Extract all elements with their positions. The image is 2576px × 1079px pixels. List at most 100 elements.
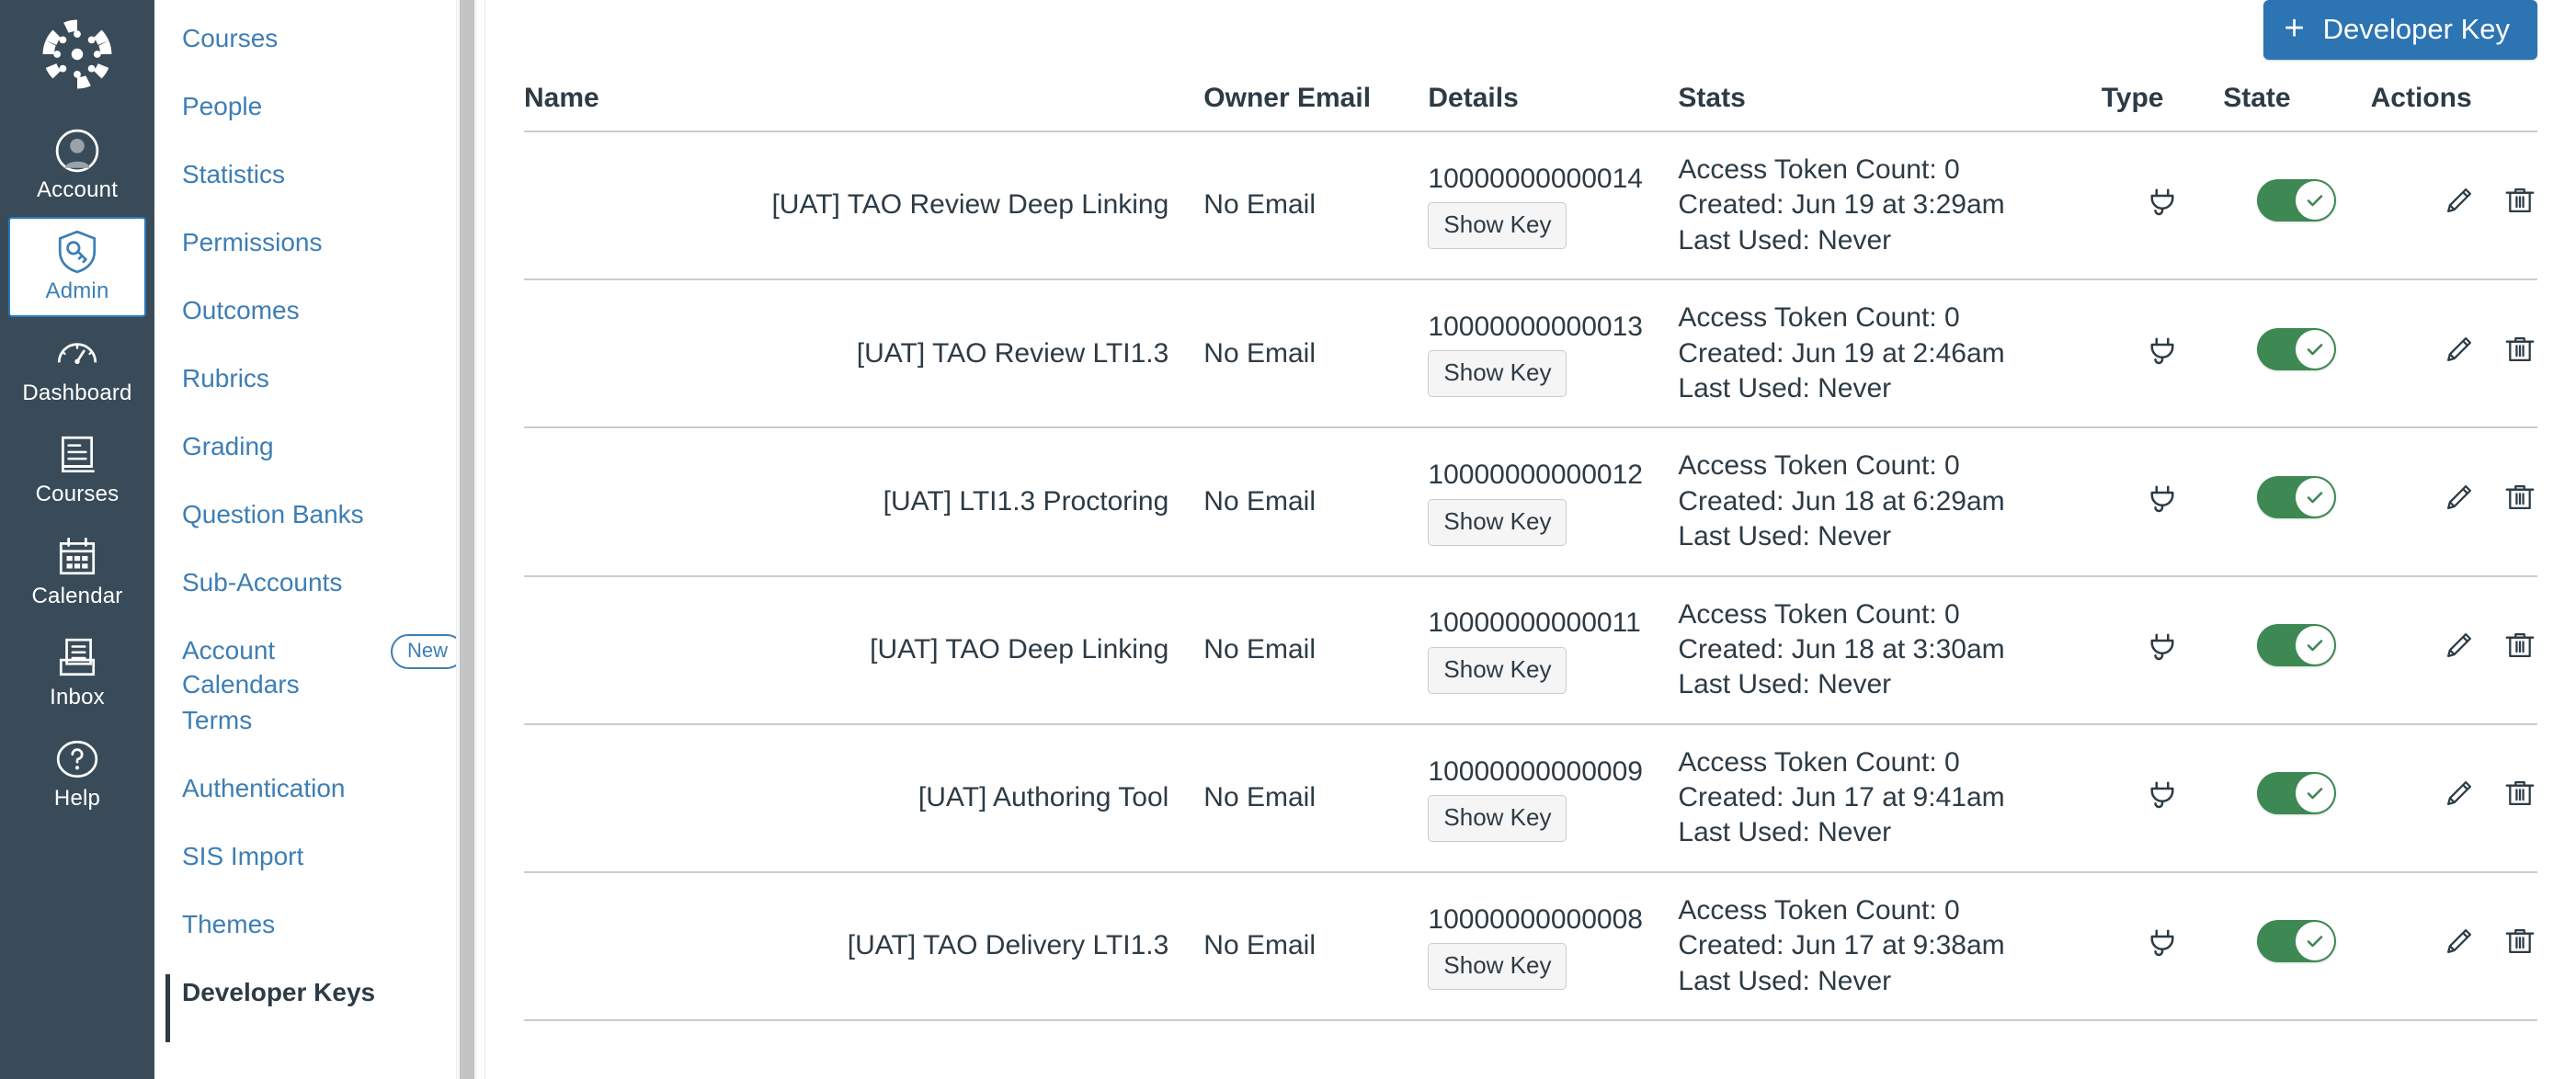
state-toggle[interactable]	[2257, 179, 2336, 221]
cell-key-name: [UAT] TAO Delivery LTI1.3	[524, 872, 1203, 1020]
global-nav-label: Help	[54, 787, 100, 811]
sidebar-item-label: Courses	[182, 20, 278, 56]
key-id: 10000000000012	[1428, 458, 1678, 493]
state-toggle[interactable]	[2257, 328, 2336, 370]
last-used: Last Used: Never	[1678, 815, 2101, 850]
sidebar-item-developer-keys[interactable]: Developer Keys	[154, 974, 485, 1042]
last-used: Last Used: Never	[1678, 964, 2101, 999]
global-nav-item-admin[interactable]: Admin	[8, 217, 146, 316]
cell-details: 10000000000012 Show Key	[1428, 427, 1678, 575]
show-key-button[interactable]: Show Key	[1428, 795, 1567, 842]
access-token-count: Access Token Count: 0	[1678, 301, 2101, 335]
state-toggle[interactable]	[2257, 476, 2336, 518]
key-id: 10000000000013	[1428, 310, 1678, 345]
global-nav-item-account[interactable]: Account	[8, 116, 146, 215]
global-nav-label: Calendar	[32, 585, 123, 608]
last-used: Last Used: Never	[1678, 371, 2101, 406]
delete-key-button[interactable]	[2484, 924, 2537, 959]
delete-key-button[interactable]	[2484, 183, 2537, 218]
edit-key-button[interactable]	[2423, 628, 2477, 663]
table-row: [UAT] TAO Review LTI1.3 No Email 1000000…	[524, 279, 2537, 427]
developer-keys-main: + Developer Key Name Owner Email Details…	[485, 0, 2576, 1079]
global-nav-item-help[interactable]: Help	[8, 724, 146, 823]
sidebar-item-people[interactable]: People	[154, 88, 485, 156]
table-row: [UAT] TAO Delivery LTI1.3 No Email 10000…	[524, 872, 2537, 1020]
state-toggle[interactable]	[2257, 920, 2336, 962]
global-nav-label: Account	[37, 178, 118, 202]
sidebar-item-label: Developer Keys	[182, 974, 375, 1010]
sidebar-scrollbar-track[interactable]	[456, 0, 476, 1079]
sidebar-item-account-calendars[interactable]: Account Calendars New	[154, 632, 485, 702]
sidebar-item-grading[interactable]: Grading	[154, 428, 485, 496]
cell-owner-email: No Email	[1203, 131, 1428, 279]
trash-icon	[2502, 628, 2537, 663]
toggle-knob-check-icon	[2296, 774, 2334, 812]
cell-stats: Access Token Count: 0 Created: Jun 18 at…	[1678, 427, 2101, 575]
global-nav-item-inbox[interactable]: Inbox	[8, 623, 146, 722]
lti-plug-icon	[2144, 182, 2181, 219]
edit-key-button[interactable]	[2423, 924, 2477, 959]
show-key-button[interactable]: Show Key	[1428, 350, 1567, 397]
sidebar-item-permissions[interactable]: Permissions	[154, 224, 485, 292]
key-id: 10000000000009	[1428, 755, 1678, 789]
cell-owner-email: No Email	[1203, 427, 1428, 575]
add-developer-key-label: Developer Key	[2323, 15, 2510, 43]
cell-owner-email: No Email	[1203, 279, 1428, 427]
sidebar-item-terms[interactable]: Terms	[154, 702, 485, 770]
sidebar-item-authentication[interactable]: Authentication	[154, 770, 485, 838]
trash-icon	[2502, 924, 2537, 959]
created-date: Created: Jun 19 at 3:29am	[1678, 187, 2101, 222]
canvas-logo[interactable]	[36, 13, 119, 96]
sidebar-item-question-banks[interactable]: Question Banks	[154, 496, 485, 564]
table-row: [UAT] TAO Review Deep Linking No Email 1…	[524, 131, 2537, 279]
cell-actions	[2371, 724, 2537, 872]
col-header-details: Details	[1428, 74, 1678, 131]
edit-key-button[interactable]	[2423, 480, 2477, 515]
sidebar-scrollbar-thumb[interactable]	[460, 0, 474, 1079]
sidebar-item-courses[interactable]: Courses	[154, 20, 485, 88]
show-key-button[interactable]: Show Key	[1428, 647, 1567, 694]
sidebar-item-label: Themes	[182, 906, 275, 942]
sidebar-item-outcomes[interactable]: Outcomes	[154, 292, 485, 360]
delete-key-button[interactable]	[2484, 628, 2537, 663]
sidebar-item-label: Authentication	[182, 770, 345, 806]
lti-plug-icon	[2144, 331, 2181, 368]
global-nav-item-dashboard[interactable]: Dashboard	[8, 319, 146, 418]
col-header-actions: Actions	[2371, 74, 2537, 131]
edit-key-button[interactable]	[2423, 776, 2477, 811]
sidebar-item-themes[interactable]: Themes	[154, 906, 485, 974]
global-nav-label: Inbox	[50, 686, 105, 710]
edit-key-button[interactable]	[2423, 332, 2477, 367]
cell-details: 10000000000011 Show Key	[1428, 576, 1678, 724]
add-developer-key-button[interactable]: + Developer Key	[2263, 0, 2537, 60]
show-key-button[interactable]: Show Key	[1428, 499, 1567, 546]
global-nav-item-courses[interactable]: Courses	[8, 420, 146, 519]
delete-key-button[interactable]	[2484, 332, 2537, 367]
col-header-state: State	[2223, 74, 2370, 131]
sidebar-item-rubrics[interactable]: Rubrics	[154, 360, 485, 428]
cell-type	[2102, 724, 2224, 872]
cell-type	[2102, 427, 2224, 575]
state-toggle[interactable]	[2257, 624, 2336, 666]
state-toggle[interactable]	[2257, 772, 2336, 814]
table-header-row: Name Owner Email Details Stats Type Stat…	[524, 74, 2537, 131]
access-token-count: Access Token Count: 0	[1678, 449, 2101, 483]
cell-key-name: [UAT] Authoring Tool	[524, 724, 1203, 872]
sidebar-item-sub-accounts[interactable]: Sub-Accounts	[154, 564, 485, 632]
delete-key-button[interactable]	[2484, 480, 2537, 515]
account-icon	[54, 127, 100, 175]
global-nav-item-calendar[interactable]: Calendar	[8, 522, 146, 621]
inbox-icon	[54, 634, 100, 682]
sidebar-item-statistics[interactable]: Statistics	[154, 156, 485, 224]
cell-stats: Access Token Count: 0 Created: Jun 17 at…	[1678, 724, 2101, 872]
show-key-button[interactable]: Show Key	[1428, 202, 1567, 249]
show-key-button[interactable]: Show Key	[1428, 943, 1567, 990]
cell-owner-email: No Email	[1203, 724, 1428, 872]
delete-key-button[interactable]	[2484, 776, 2537, 811]
cell-actions	[2371, 279, 2537, 427]
sidebar-item-sis-import[interactable]: SIS Import	[154, 838, 485, 906]
edit-key-button[interactable]	[2423, 183, 2477, 218]
sidebar-item-label: Grading	[182, 428, 274, 464]
cell-stats: Access Token Count: 0 Created: Jun 19 at…	[1678, 131, 2101, 279]
cell-details: 10000000000009 Show Key	[1428, 724, 1678, 872]
